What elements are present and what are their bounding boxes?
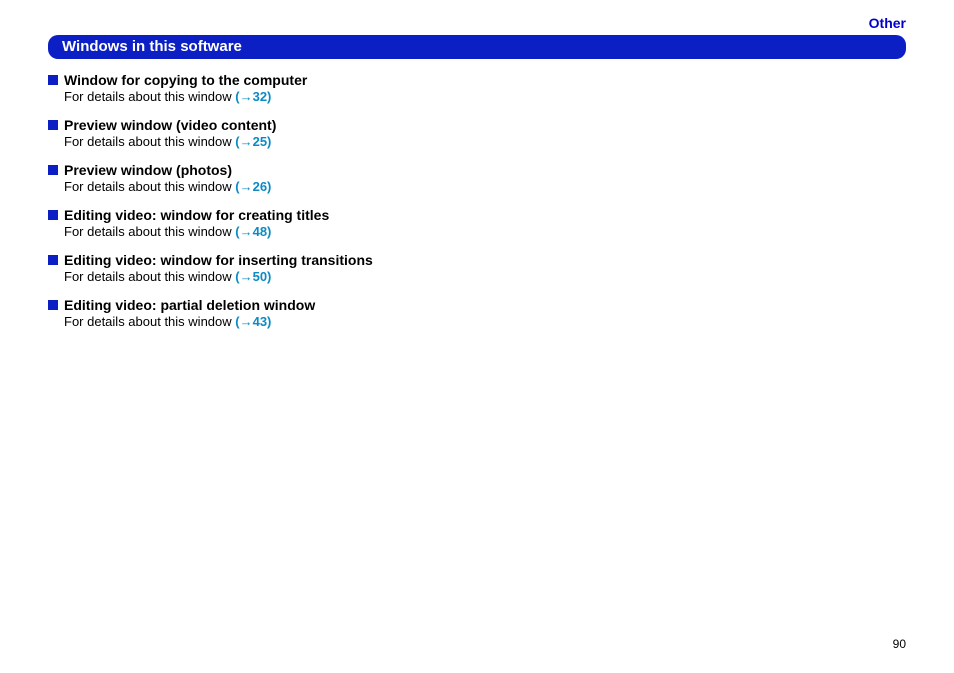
square-bullet-icon <box>48 120 58 130</box>
square-bullet-icon <box>48 75 58 85</box>
list-item: Preview window (video content) For detai… <box>48 117 906 149</box>
item-header: Editing video: partial deletion window <box>48 297 906 313</box>
item-description: For details about this window (→25) <box>64 134 906 149</box>
page-reference-link[interactable]: (→48) <box>235 224 271 239</box>
item-title: Preview window (photos) <box>64 162 232 178</box>
page-number: 90 <box>893 637 906 651</box>
detail-prefix: For details about this window <box>64 179 235 194</box>
square-bullet-icon <box>48 165 58 175</box>
detail-prefix: For details about this window <box>64 269 235 284</box>
list-item: Window for copying to the computer For d… <box>48 72 906 104</box>
page-reference-link[interactable]: (→43) <box>235 314 271 329</box>
page-reference-link[interactable]: (→25) <box>235 134 271 149</box>
item-description: For details about this window (→32) <box>64 89 906 104</box>
detail-prefix: For details about this window <box>64 314 235 329</box>
items-list: Window for copying to the computer For d… <box>48 72 906 342</box>
item-description: For details about this window (→43) <box>64 314 906 329</box>
item-header: Preview window (photos) <box>48 162 906 178</box>
list-item: Editing video: window for inserting tran… <box>48 252 906 284</box>
detail-prefix: For details about this window <box>64 224 235 239</box>
section-title-bar: Windows in this software <box>48 35 906 59</box>
item-header: Editing video: window for creating title… <box>48 207 906 223</box>
item-title: Editing video: window for creating title… <box>64 207 329 223</box>
page-reference-link[interactable]: (→26) <box>235 179 271 194</box>
item-header: Window for copying to the computer <box>48 72 906 88</box>
item-description: For details about this window (→48) <box>64 224 906 239</box>
list-item: Preview window (photos) For details abou… <box>48 162 906 194</box>
item-header: Editing video: window for inserting tran… <box>48 252 906 268</box>
list-item: Editing video: partial deletion window F… <box>48 297 906 329</box>
document-page: Other Windows in this software Window fo… <box>0 0 954 673</box>
page-reference-link[interactable]: (→50) <box>235 269 271 284</box>
square-bullet-icon <box>48 300 58 310</box>
page-reference-link[interactable]: (→32) <box>235 89 271 104</box>
item-description: For details about this window (→26) <box>64 179 906 194</box>
detail-prefix: For details about this window <box>64 134 235 149</box>
square-bullet-icon <box>48 210 58 220</box>
category-label: Other <box>869 15 906 31</box>
item-title: Preview window (video content) <box>64 117 276 133</box>
square-bullet-icon <box>48 255 58 265</box>
item-title: Window for copying to the computer <box>64 72 307 88</box>
item-title: Editing video: partial deletion window <box>64 297 315 313</box>
item-header: Preview window (video content) <box>48 117 906 133</box>
section-title-text: Windows in this software <box>62 38 242 55</box>
item-description: For details about this window (→50) <box>64 269 906 284</box>
item-title: Editing video: window for inserting tran… <box>64 252 373 268</box>
detail-prefix: For details about this window <box>64 89 235 104</box>
list-item: Editing video: window for creating title… <box>48 207 906 239</box>
